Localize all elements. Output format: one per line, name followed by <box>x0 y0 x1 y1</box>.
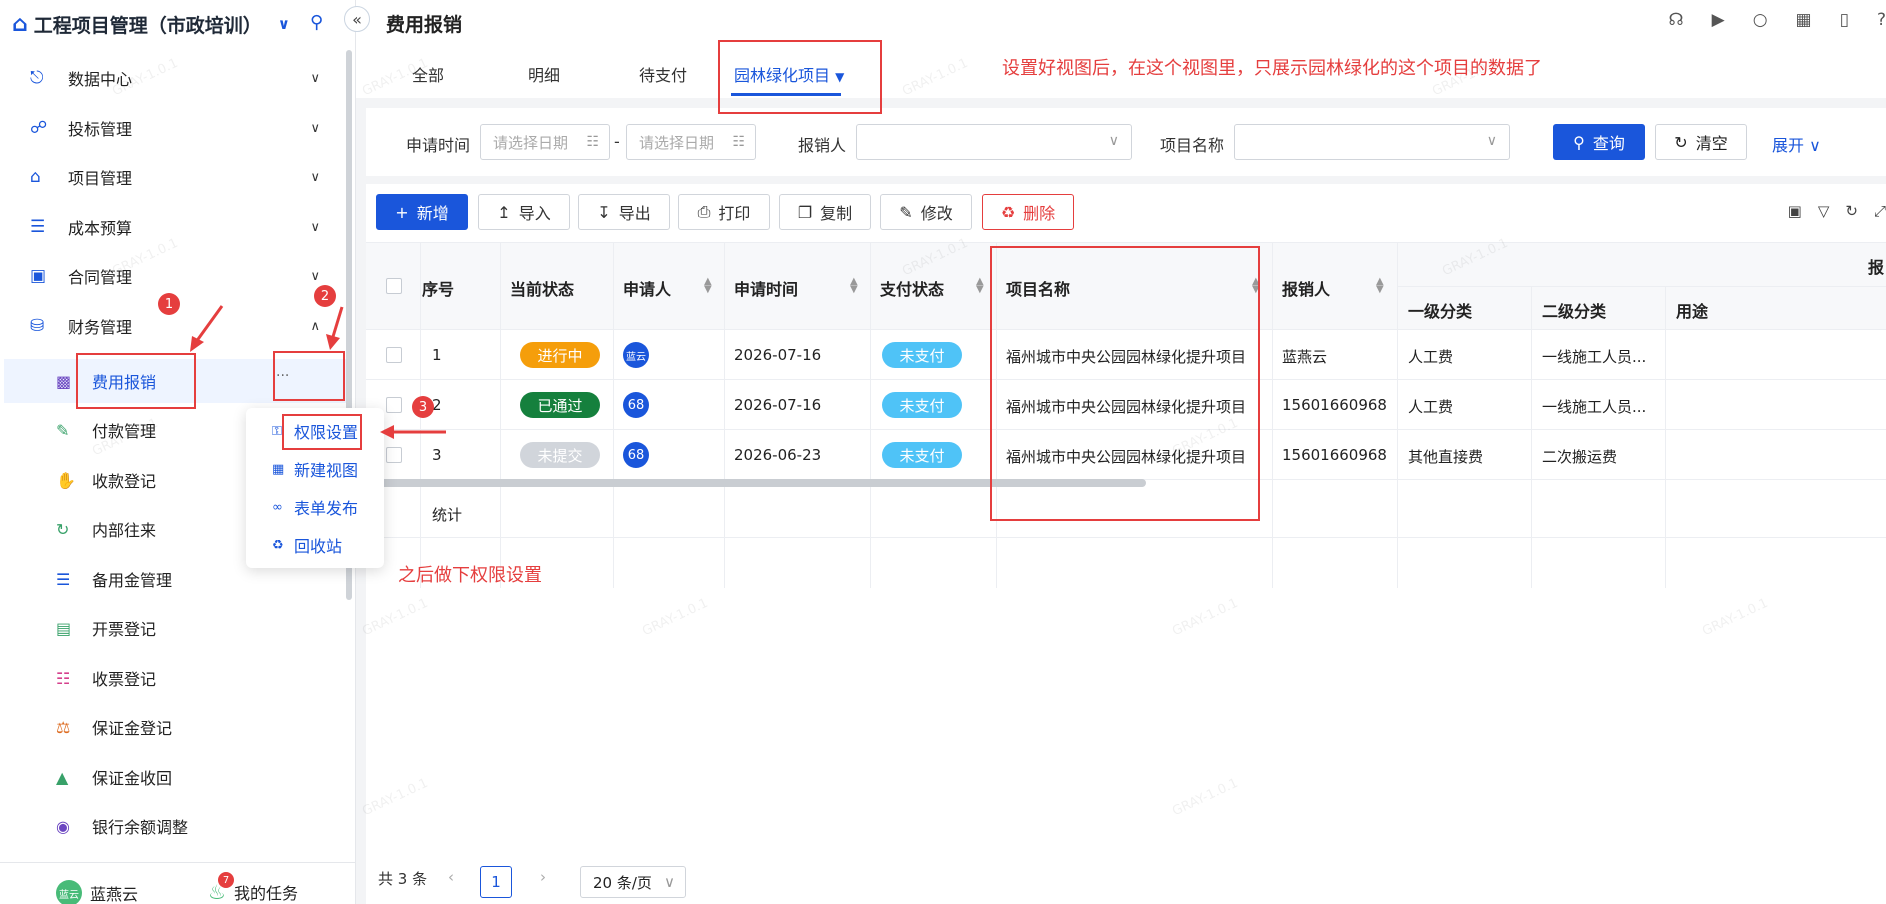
arrowhead-2 <box>326 334 340 350</box>
arrow-2 <box>330 306 344 341</box>
annotation-arrows <box>190 305 446 439</box>
arrowhead-3 <box>380 425 394 439</box>
arrow-1 <box>194 305 224 343</box>
